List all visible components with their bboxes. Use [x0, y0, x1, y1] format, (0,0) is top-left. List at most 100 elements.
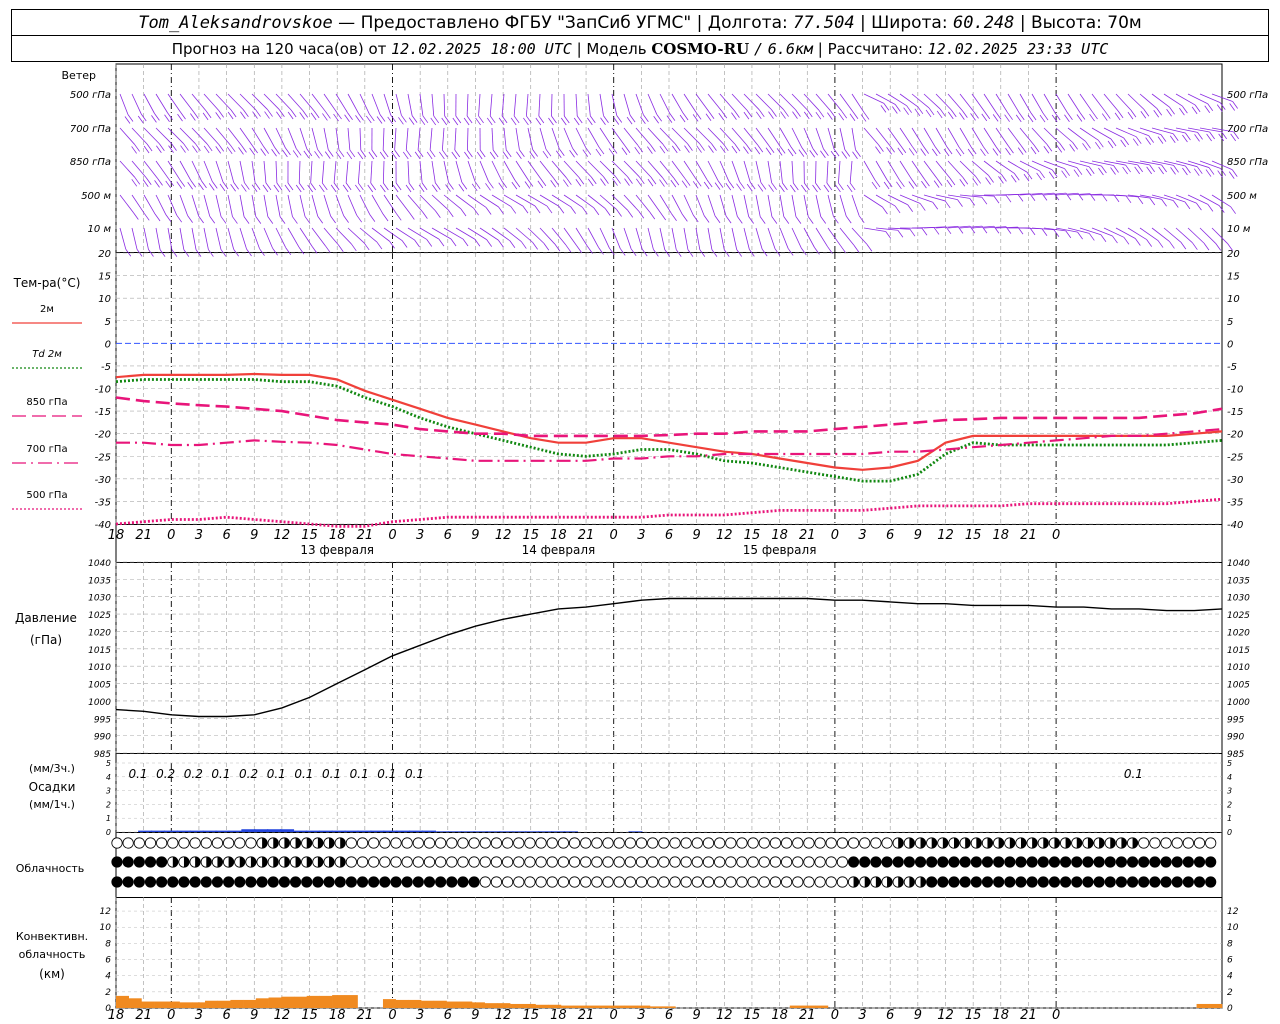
wind-barb-feather [771, 182, 777, 190]
wind-barb-feather [376, 241, 383, 250]
circle-empty-icon [345, 856, 357, 868]
wind-barb-feather [892, 106, 898, 114]
convective-bar [268, 997, 282, 1008]
wind-barb-staff [491, 227, 511, 242]
wind-barb-icon [1163, 160, 1191, 176]
time-tick-label: 6 [886, 1008, 894, 1023]
wind-barb-feather [572, 148, 578, 156]
wind-barb-feather [1076, 167, 1083, 175]
wind-barb-icon [330, 160, 340, 193]
wind-barb-feather [911, 146, 918, 154]
wind-barb-staff [743, 93, 760, 111]
time-tick-label: 18 [771, 528, 788, 543]
wind-barb-feather [426, 239, 433, 247]
wind-barb-feather [946, 146, 953, 155]
wind-barb-feather [595, 148, 602, 157]
wind-barb-feather [844, 149, 851, 157]
wind-barb-feather [198, 182, 204, 191]
wind-barb-feather [815, 111, 822, 120]
time-tick-label: 21 [578, 1008, 595, 1023]
wind-barb-feather [486, 117, 493, 126]
wind-barb-icon [441, 93, 451, 126]
wind-barb-icon [731, 160, 745, 191]
wind-barb-icon [755, 194, 766, 224]
wind-barb-staff [827, 227, 842, 247]
cloud-circle [501, 856, 514, 868]
cloud-circle [1082, 876, 1094, 888]
wind-barb-staff [551, 127, 560, 149]
wind-barb-feather [1137, 196, 1144, 205]
wind-barb-icon [623, 227, 637, 257]
convective-bar [217, 1000, 231, 1008]
wind-barb-feather [714, 215, 721, 224]
wind-barb-icon [489, 127, 499, 160]
wind-barb-feather [936, 110, 943, 119]
wind-barb-feather [408, 117, 415, 125]
time-tick-label: 3 [858, 1008, 866, 1023]
circle-empty-icon [345, 837, 357, 849]
wind-barb-feather [485, 183, 491, 191]
wind-barb-icon [1175, 160, 1203, 176]
wind-barb-icon [1091, 227, 1118, 244]
precip-bar [215, 830, 230, 832]
wind-barb-feather [1170, 167, 1176, 175]
cloud-circle [613, 837, 625, 849]
wind-barb-icon [467, 194, 492, 215]
wind-barb-staff [671, 194, 683, 215]
circle-filled-icon [1138, 856, 1150, 868]
wind-barb-feather [647, 178, 654, 187]
precip-bar [151, 830, 166, 832]
wind-barb-staff [923, 160, 938, 179]
convective-bar [510, 1003, 524, 1008]
wind-barb-feather [542, 150, 549, 159]
circle-empty-icon [613, 876, 625, 888]
convective-bar [281, 996, 295, 1008]
wind-barb-feather [274, 147, 280, 155]
wind-barb-feather [249, 147, 255, 156]
wind-barb-staff [239, 160, 245, 183]
wind-barb-feather [1161, 199, 1167, 207]
time-tick-label: 3 [637, 1008, 645, 1023]
circle-half-icon [914, 837, 927, 849]
circle-empty-icon [602, 856, 614, 868]
cloud-circle [1205, 876, 1217, 888]
wind-barb-staff [515, 194, 536, 207]
wind-barb-feather [728, 180, 735, 189]
precip-bar [370, 830, 385, 832]
wind-barb-feather [474, 181, 481, 190]
circle-half-icon [223, 856, 235, 868]
circle-empty-icon [156, 837, 168, 849]
wind-barb-staff [443, 227, 464, 240]
cloud-half-fill [965, 837, 971, 849]
circle-filled-icon [1138, 876, 1150, 888]
wind-barb-feather [382, 213, 389, 222]
circle-empty-icon [836, 876, 849, 888]
cloud-circle [903, 856, 915, 868]
wind-barb-feather [534, 205, 541, 214]
circle-filled-icon [334, 876, 346, 888]
wind-barb-icon [743, 160, 756, 192]
circle-filled-icon [1104, 856, 1116, 868]
wind-barb-feather [154, 213, 161, 222]
wind-barb-staff [563, 127, 573, 149]
wind-barb-staff [719, 93, 735, 111]
cloud-half-fill [306, 856, 312, 868]
wind-barb-icon [486, 93, 496, 126]
wind-barb-feather [287, 111, 294, 120]
conv-ytick-right: 12 [1227, 907, 1239, 917]
cloud-half-fill [1132, 837, 1138, 849]
wind-barb-feather [290, 109, 297, 118]
circle-filled-icon [390, 876, 402, 888]
wind-barb-feather [176, 214, 183, 223]
wind-barb-feather [243, 109, 249, 117]
wind-barb-feather [369, 214, 376, 222]
circle-half-icon [1115, 837, 1128, 849]
cloud-circle [1171, 856, 1183, 868]
conv-ytick-right: 10 [1227, 923, 1239, 933]
cloud-circle [546, 876, 558, 888]
temp-ytick-right: 5 [1227, 317, 1233, 328]
wind-barb-feather [967, 148, 974, 157]
wind-barb-feather [969, 198, 976, 206]
cloud-half-fill [942, 837, 949, 849]
wind-barb-feather [600, 178, 606, 186]
